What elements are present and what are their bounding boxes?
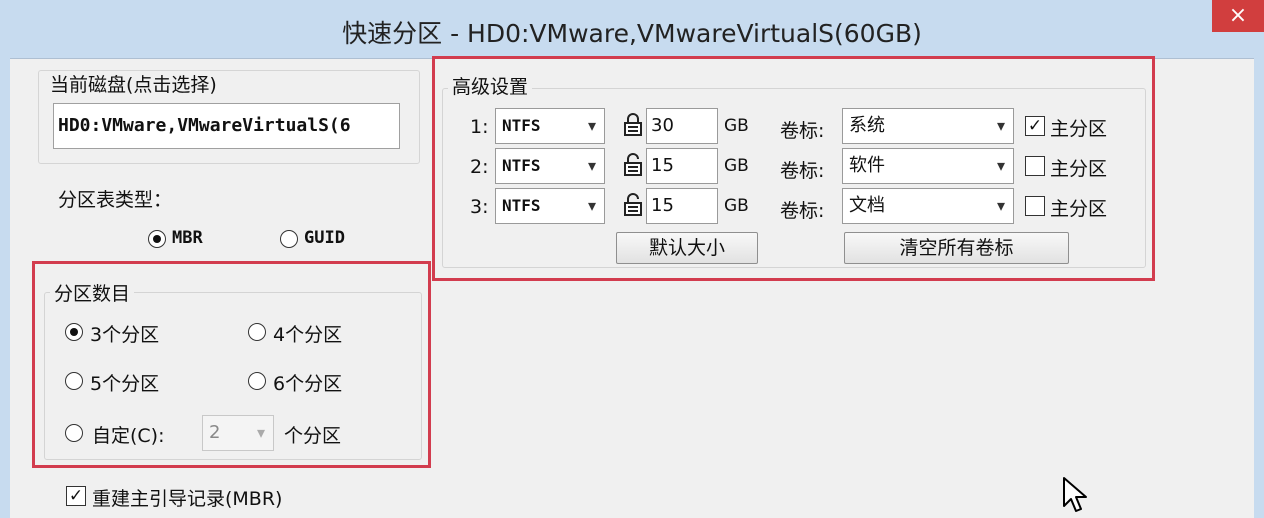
chevron-down-icon: ▾ <box>996 116 1005 135</box>
radio-mbr-label: MBR <box>172 228 203 248</box>
current-disk-field[interactable]: HD0:VMware,VMwareVirtualS(6 <box>53 103 400 149</box>
primary-partition-label: 主分区 <box>1050 198 1108 220</box>
window-frame-left <box>0 58 10 518</box>
current-disk-label: 当前磁盘(点击选择) <box>50 74 217 96</box>
radio-custom-partitions-label: 自定(C): <box>92 425 165 447</box>
close-button[interactable]: × <box>1212 0 1264 32</box>
size-unit: GB <box>724 156 749 176</box>
custom-partition-count-select[interactable]: 2 ▾ <box>202 415 274 451</box>
filesystem-select[interactable]: NTFS ▾ <box>495 108 605 144</box>
check-icon: ✓ <box>68 486 84 506</box>
volume-label-caption: 卷标: <box>780 120 825 142</box>
volume-label-select[interactable]: 文档 ▾ <box>842 188 1014 224</box>
size-unit: GB <box>724 116 749 136</box>
volume-label-value: 文档 <box>849 195 885 216</box>
partition-index: 2: <box>470 156 489 178</box>
unlock-icon[interactable] <box>622 151 644 177</box>
rebuild-mbr-checkbox[interactable]: ✓ <box>66 486 86 506</box>
filesystem-value: NTFS <box>502 156 541 175</box>
radio-5-partitions-label: 5个分区 <box>90 373 160 395</box>
chevron-down-icon: ▾ <box>996 156 1005 175</box>
volume-label-select[interactable]: 软件 ▾ <box>842 148 1014 184</box>
unlock-icon[interactable] <box>622 191 644 217</box>
chevron-down-icon: ▾ <box>256 423 265 442</box>
radio-guid-label: GUID <box>304 228 345 248</box>
volume-label-value: 软件 <box>849 155 885 176</box>
partition-size-input[interactable]: 15 <box>646 188 718 224</box>
chevron-down-icon: ▾ <box>587 196 596 215</box>
custom-partition-count-value: 2 <box>209 422 221 443</box>
default-size-button[interactable]: 默认大小 <box>616 232 758 264</box>
advanced-settings-label: 高级设置 <box>448 72 533 99</box>
radio-3-partitions[interactable] <box>65 323 83 341</box>
filesystem-select[interactable]: NTFS ▾ <box>495 148 605 184</box>
filesystem-select[interactable]: NTFS ▾ <box>495 188 605 224</box>
lock-icon[interactable] <box>622 111 644 137</box>
custom-partition-suffix: 个分区 <box>284 425 342 447</box>
partition-size-input[interactable]: 15 <box>646 148 718 184</box>
clear-all-labels-button[interactable]: 清空所有卷标 <box>844 232 1069 264</box>
volume-label-value: 系统 <box>849 115 885 136</box>
partition-index: 1: <box>470 116 489 138</box>
radio-6-partitions[interactable] <box>248 372 266 390</box>
chevron-down-icon: ▾ <box>587 156 596 175</box>
primary-partition-checkbox[interactable] <box>1025 196 1045 216</box>
partition-count-label: 分区数目 <box>50 279 135 306</box>
partition-size-input[interactable]: 30 <box>646 108 718 144</box>
primary-partition-checkbox[interactable]: ✓ <box>1025 116 1045 136</box>
partition-table-type-label: 分区表类型： <box>58 189 173 211</box>
radio-4-partitions-label: 4个分区 <box>273 324 343 346</box>
radio-3-partitions-label: 3个分区 <box>90 324 160 346</box>
window-title: 快速分区 - HD0:VMware,VMwareVirtualS(60GB) <box>342 19 922 48</box>
volume-label-caption: 卷标: <box>780 200 825 222</box>
primary-partition-label: 主分区 <box>1050 118 1108 140</box>
radio-guid[interactable] <box>280 230 298 248</box>
chevron-down-icon: ▾ <box>996 196 1005 215</box>
check-icon: ✓ <box>1027 116 1043 136</box>
close-icon: × <box>1228 3 1248 28</box>
filesystem-value: NTFS <box>502 196 541 215</box>
partition-index: 3: <box>470 196 489 218</box>
primary-partition-label: 主分区 <box>1050 158 1108 180</box>
filesystem-value: NTFS <box>502 116 541 135</box>
window-frame-right <box>1254 58 1264 518</box>
primary-partition-checkbox[interactable] <box>1025 156 1045 176</box>
radio-5-partitions[interactable] <box>65 372 83 390</box>
volume-label-caption: 卷标: <box>780 160 825 182</box>
radio-4-partitions[interactable] <box>248 323 266 341</box>
radio-6-partitions-label: 6个分区 <box>273 373 343 395</box>
radio-custom-partitions[interactable] <box>65 424 83 442</box>
rebuild-mbr-label: 重建主引导记录(MBR) <box>92 488 283 510</box>
mouse-cursor-icon <box>1063 477 1087 512</box>
volume-label-select[interactable]: 系统 ▾ <box>842 108 1014 144</box>
title-bar: 快速分区 - HD0:VMware,VMwareVirtualS(60GB) × <box>0 0 1264 59</box>
radio-mbr[interactable] <box>148 230 166 248</box>
chevron-down-icon: ▾ <box>587 116 596 135</box>
size-unit: GB <box>724 196 749 216</box>
